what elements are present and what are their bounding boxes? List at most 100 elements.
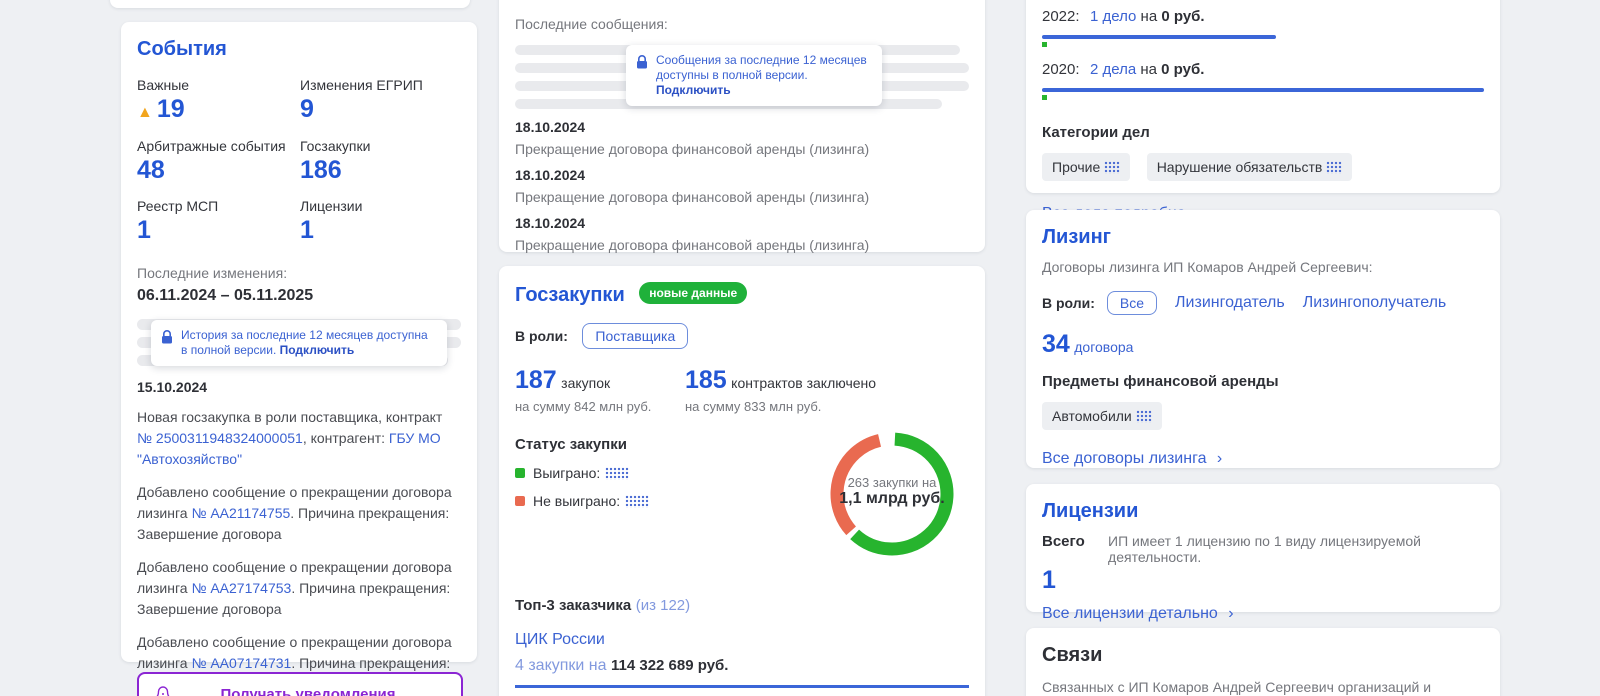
donut-center-label: 263 закупки на 1,1 млрд руб. (839, 475, 945, 507)
connect-link[interactable]: Подключить (280, 343, 355, 357)
chevron-right-icon: › (1216, 449, 1223, 467)
message-entry: 18.10.2024 Прекращение договора финансов… (515, 119, 870, 157)
customer-row: ЦИК России 4 закупки на 114 322 689 руб. (515, 631, 969, 688)
card-cutoff-top-left (110, 0, 470, 8)
locked-history-block: История за последние 12 месяцев доступна… (137, 318, 461, 369)
messages-title: Последние сообщения: (515, 16, 668, 32)
warning-icon: ▲ (137, 104, 153, 121)
locked-messages-block: Сообщения за последние 12 месяцев доступ… (515, 45, 969, 115)
bar-start-marker (1042, 95, 1047, 100)
procurement-title: Госзакупки (515, 284, 625, 306)
event-date: 15.10.2024 (137, 378, 208, 395)
leasing-card: Лизинг Договоры лизинга ИП Комаров Андре… (1026, 210, 1500, 468)
categories-label: Категории дел (1042, 124, 1150, 141)
last-changes-label: Последние изменения: (137, 264, 288, 281)
notifications-label: Получать уведомления (220, 685, 396, 696)
message-entry: 18.10.2024 Прекращение договора финансов… (515, 215, 870, 253)
stat-procurement: Госзакупки 186 (300, 137, 371, 184)
censored-count (1135, 409, 1152, 423)
bar-start-marker (1042, 42, 1047, 47)
leasing-subtitle: Договоры лизинга ИП Комаров Андрей Серге… (1042, 259, 1373, 275)
customer-link[interactable]: ЦИК России (515, 631, 605, 648)
year-bar (1042, 88, 1484, 92)
all-licenses-link[interactable]: Все лицензии детально (1042, 605, 1218, 622)
event-item: Новая госзакупка в роли поставщика, конт… (137, 408, 443, 467)
subjects-label: Предметы финансовой аренды (1042, 372, 1279, 390)
connections-subtitle: Связанных с ИП Комаров Андрей Сергеевич … (1042, 679, 1432, 696)
censored-value (624, 494, 649, 508)
all-licenses-row[interactable]: Все лицензии детально › (1042, 605, 1484, 623)
event-item: Добавлено сообщение о прекращении догово… (137, 558, 452, 617)
licenses-total-row: Всего ИП имеет 1 лицензию по 1 виду лице… (1042, 533, 1484, 565)
contract-link[interactable]: № 2500311948324000051 (137, 430, 303, 446)
event-item: Добавлено сообщение о прекращении догово… (137, 483, 452, 542)
role-option-lessor[interactable]: Лизингодатель (1175, 294, 1285, 312)
of-total-link[interactable]: (из 122) (636, 597, 690, 614)
events-card: События Важные ▲ 19 Изменения ЕГРИП 9 Арб… (121, 22, 477, 692)
procurement-card: Госзакупки новые данные В роли: Поставщи… (499, 266, 985, 696)
messages-card: Последние сообщения: Сообщения за послед… (499, 0, 985, 283)
connect-link[interactable]: Подключить (656, 83, 731, 97)
category-tag[interactable]: Нарушение обязательств (1146, 153, 1353, 181)
total-label: Всего (1042, 533, 1085, 550)
lock-message: Сообщения за последние 12 месяцев доступ… (656, 53, 867, 97)
lock-overlay: Сообщения за последние 12 месяцев доступ… (626, 45, 882, 106)
leasing-title: Лизинг (1042, 226, 1111, 248)
lock-icon (637, 55, 647, 69)
licenses-title: Лицензии (1042, 500, 1139, 522)
events-stats: Важные ▲ 19 Изменения ЕГРИП 9 Арбитражные… (137, 77, 461, 245)
message-entry: 18.10.2024 Прекращение договора финансов… (515, 167, 870, 205)
censored-count (1104, 161, 1121, 174)
role-row: В роли: Поставщика (515, 323, 969, 349)
licenses-total-value: 1 (1042, 566, 1056, 594)
leasing-contract-link[interactable]: № AA07174731 (191, 655, 291, 671)
procurement-header: Госзакупки новые данные (515, 282, 969, 307)
changes-period: 06.11.2024 – 05.11.2025 (137, 286, 314, 304)
subject-tag[interactable]: Автомобили (1042, 401, 1162, 430)
bell-icon (156, 686, 170, 696)
top-customers-header: Топ-3 заказчика (из 122) (515, 596, 691, 614)
censored-value (604, 466, 629, 480)
category-tag[interactable]: Прочие (1042, 153, 1131, 181)
case-year-row: 2020: 2 дела на 0 руб. (1042, 61, 1205, 78)
lock-icon (162, 329, 172, 343)
contracts-link[interactable]: договора (1074, 339, 1133, 355)
case-year-row: 2022: 1 дело на 0 руб. (1042, 8, 1205, 25)
censored-count (1326, 161, 1343, 174)
subject-tags: Автомобили (1042, 401, 1484, 430)
new-data-badge: новые данные (639, 282, 748, 304)
stat-msp: Реестр МСП 1 (137, 198, 219, 244)
all-leasing-row[interactable]: Все договоры лизинга › (1042, 450, 1484, 468)
stat-egrip: Изменения ЕГРИП 9 (300, 77, 423, 123)
role-chip-supplier[interactable]: Поставщика (582, 323, 689, 349)
role-option-lessee[interactable]: Лизингополучатель (1303, 294, 1447, 312)
licenses-description: ИП имеет 1 лицензию по 1 виду лицензируе… (1108, 533, 1421, 565)
page: События Важные ▲ 19 Изменения ЕГРИП 9 Арб… (0, 0, 1600, 696)
category-tags: Прочие Нарушение обязательств (1042, 153, 1484, 181)
role-chip-all[interactable]: Все (1106, 291, 1158, 315)
won-color-swatch (515, 467, 525, 478)
leasing-role-row: В роли: Все Лизингодатель Лизингополучат… (1042, 291, 1484, 315)
stat-arbitration: Арбитражные события 48 (137, 137, 286, 184)
year-bar (1042, 35, 1277, 39)
stat-contracts: 185 контрактов заключено на сумму 833 мл… (685, 366, 877, 414)
leasing-count-row: 34 договора (1042, 330, 1134, 358)
leasing-contract-link[interactable]: № AA21174755 (191, 505, 290, 521)
lost-color-swatch (515, 495, 525, 506)
arbitration-card: 2022: 1 дело на 0 руб. 2020: 2 дела на 0… (1026, 0, 1500, 222)
procurement-donut-chart: 263 закупки на 1,1 млрд руб. (829, 431, 955, 557)
stat-important: Важные ▲ 19 (137, 77, 190, 123)
purchases-link[interactable]: 4 закупки на (515, 657, 611, 674)
cases-link[interactable]: 2 дела (1090, 61, 1136, 78)
role-label: В роли: (515, 328, 568, 344)
leasing-contract-link[interactable]: № AA27174753 (191, 580, 291, 596)
lock-overlay: История за последние 12 месяцев доступна… (151, 319, 447, 366)
procurement-stats: 187 закупок на сумму 842 млн руб. 185 ко… (515, 366, 969, 414)
chevron-right-icon: › (1228, 604, 1234, 622)
notifications-button[interactable]: Получать уведомления (137, 672, 463, 696)
cases-link[interactable]: 1 дело (1090, 8, 1136, 25)
stat-purchases: 187 закупок на сумму 842 млн руб. (515, 366, 652, 414)
connections-card: Связи Связанных с ИП Комаров Андрей Серг… (1026, 628, 1500, 696)
all-leasing-link[interactable]: Все договоры лизинга (1042, 450, 1206, 467)
connections-title: Связи (1042, 644, 1103, 666)
